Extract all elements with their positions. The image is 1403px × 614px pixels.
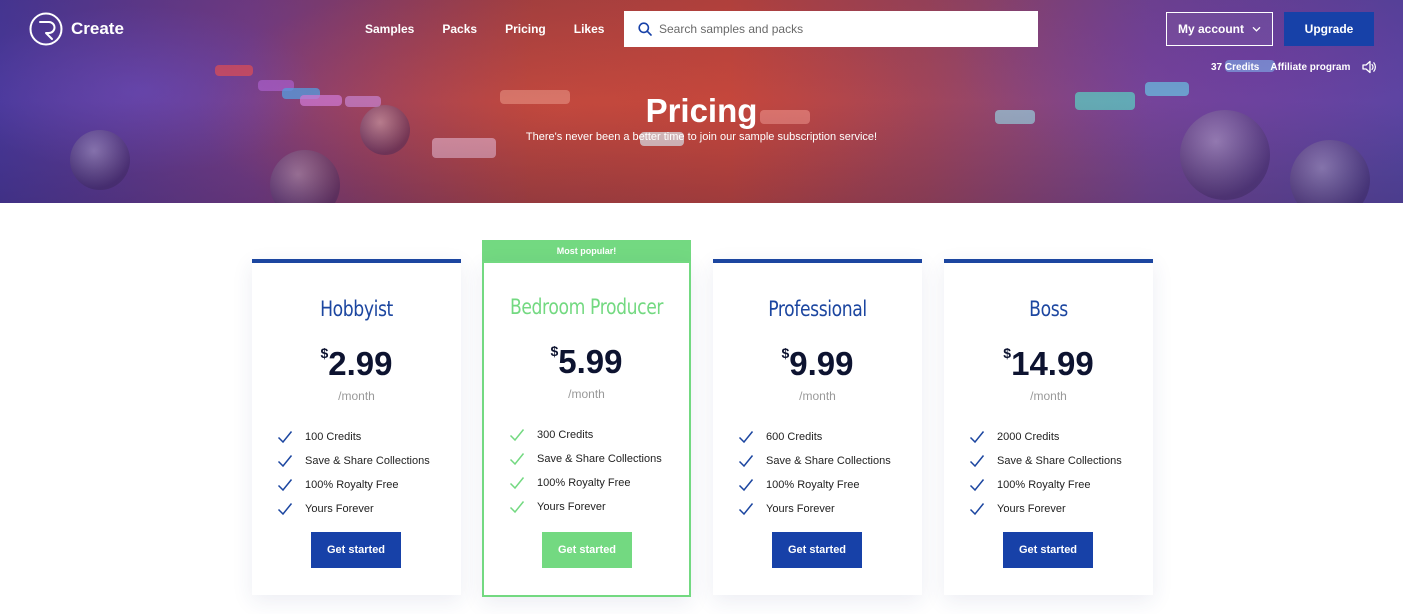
feature-text: 300 Credits	[537, 429, 594, 441]
plan-name: Professional	[768, 297, 867, 321]
check-icon	[969, 455, 985, 468]
check-icon	[509, 429, 525, 442]
feature-item: 100% Royalty Free	[509, 471, 662, 495]
brand-name: Create	[71, 19, 124, 38]
my-account-button[interactable]: My account	[1166, 12, 1273, 46]
feature-item: Save & Share Collections	[509, 447, 662, 471]
currency-symbol: $	[1003, 345, 1012, 361]
price-period: /month	[799, 389, 836, 403]
nav-item-samples[interactable]: Samples	[365, 22, 414, 36]
feature-item: 100% Royalty Free	[277, 473, 430, 497]
check-icon	[738, 503, 754, 516]
logo-icon	[29, 12, 63, 46]
main-nav: Samples Packs Pricing Likes	[365, 22, 632, 36]
feature-text: Yours Forever	[305, 503, 374, 515]
check-icon	[969, 431, 985, 444]
feature-text: 100% Royalty Free	[997, 479, 1091, 491]
feature-text: Save & Share Collections	[997, 455, 1122, 467]
upgrade-button[interactable]: Upgrade	[1284, 12, 1374, 46]
feature-list: 100 Credits Save & Share Collections 100…	[277, 425, 430, 521]
price-amount: 9.99	[789, 345, 854, 382]
feature-item: Save & Share Collections	[969, 449, 1122, 473]
check-icon	[277, 455, 293, 468]
feature-item: Save & Share Collections	[277, 449, 430, 473]
feature-text: Yours Forever	[997, 503, 1066, 515]
price-amount: 2.99	[328, 345, 393, 382]
feature-item: 100% Royalty Free	[969, 473, 1122, 497]
plan-card-professional: Professional $9.99 /month 600 Credits Sa…	[713, 259, 922, 595]
volume-icon[interactable]	[1361, 60, 1377, 74]
feature-list: 600 Credits Save & Share Collections 100…	[738, 425, 891, 521]
plan-price: $5.99	[484, 343, 689, 381]
check-icon	[509, 477, 525, 490]
price-amount: 5.99	[558, 343, 623, 380]
check-icon	[277, 503, 293, 516]
credits-link[interactable]: 37 Credits	[1211, 62, 1259, 73]
search-input[interactable]	[659, 22, 1019, 36]
feature-text: Save & Share Collections	[766, 455, 891, 467]
plan-card-boss: Boss $14.99 /month 2000 Credits Save & S…	[944, 259, 1153, 595]
plan-price: $14.99	[944, 345, 1153, 383]
feature-item: 300 Credits	[509, 423, 662, 447]
feature-text: Save & Share Collections	[537, 453, 662, 465]
feature-list: 300 Credits Save & Share Collections 100…	[509, 423, 662, 519]
plan-name: Boss	[1029, 297, 1068, 321]
feature-text: 100% Royalty Free	[305, 479, 399, 491]
affiliate-program-link[interactable]: Affiliate program	[1270, 62, 1350, 73]
feature-text: 600 Credits	[766, 431, 823, 443]
account-subnav: 37 Credits Affiliate program	[1211, 60, 1377, 74]
price-period: /month	[568, 387, 605, 401]
page-subtitle: There's never been a better time to join…	[525, 131, 878, 143]
check-icon	[969, 503, 985, 516]
get-started-button[interactable]: Get started	[311, 532, 401, 568]
nav-item-likes[interactable]: Likes	[574, 22, 605, 36]
check-icon	[277, 431, 293, 444]
plan-card-bedroom-producer: Bedroom Producer $5.99 /month 300 Credit…	[482, 261, 691, 597]
feature-text: Yours Forever	[537, 501, 606, 513]
feature-item: Save & Share Collections	[738, 449, 891, 473]
feature-text: Yours Forever	[766, 503, 835, 515]
feature-item: 100% Royalty Free	[738, 473, 891, 497]
feature-item: Yours Forever	[509, 495, 662, 519]
brand-logo[interactable]: Create	[29, 12, 124, 46]
chevron-down-icon	[1252, 26, 1261, 32]
price-period: /month	[1030, 389, 1067, 403]
nav-item-pricing[interactable]: Pricing	[505, 22, 546, 36]
price-period: /month	[338, 389, 375, 403]
my-account-label: My account	[1177, 22, 1244, 36]
feature-text: 2000 Credits	[997, 431, 1060, 443]
feature-list: 2000 Credits Save & Share Collections 10…	[969, 425, 1122, 521]
feature-item: 600 Credits	[738, 425, 891, 449]
feature-text: 100 Credits	[305, 431, 362, 443]
price-amount: 14.99	[1011, 345, 1094, 382]
get-started-button[interactable]: Get started	[542, 532, 632, 568]
check-icon	[509, 501, 525, 514]
feature-item: 2000 Credits	[969, 425, 1122, 449]
plan-name: Bedroom Producer	[509, 295, 664, 319]
plan-name: Hobbyist	[320, 297, 393, 321]
feature-text: 100% Royalty Free	[537, 477, 631, 489]
most-popular-badge: Most popular!	[482, 240, 691, 262]
plan-price: $2.99	[252, 345, 461, 383]
feature-item: Yours Forever	[738, 497, 891, 521]
plan-card-hobbyist: Hobbyist $2.99 /month 100 Credits Save &…	[252, 259, 461, 595]
feature-text: Save & Share Collections	[305, 455, 430, 467]
get-started-button[interactable]: Get started	[772, 532, 862, 568]
page-title: Pricing	[645, 92, 758, 129]
plan-price: $9.99	[713, 345, 922, 383]
get-started-button[interactable]: Get started	[1003, 532, 1093, 568]
check-icon	[969, 479, 985, 492]
feature-text: 100% Royalty Free	[766, 479, 860, 491]
check-icon	[509, 453, 525, 466]
check-icon	[738, 431, 754, 444]
feature-item: Yours Forever	[969, 497, 1122, 521]
feature-item: Yours Forever	[277, 497, 430, 521]
check-icon	[738, 455, 754, 468]
check-icon	[738, 479, 754, 492]
feature-item: 100 Credits	[277, 425, 430, 449]
check-icon	[277, 479, 293, 492]
search-icon	[638, 22, 652, 36]
nav-item-packs[interactable]: Packs	[442, 22, 477, 36]
search-bar	[624, 11, 1038, 47]
